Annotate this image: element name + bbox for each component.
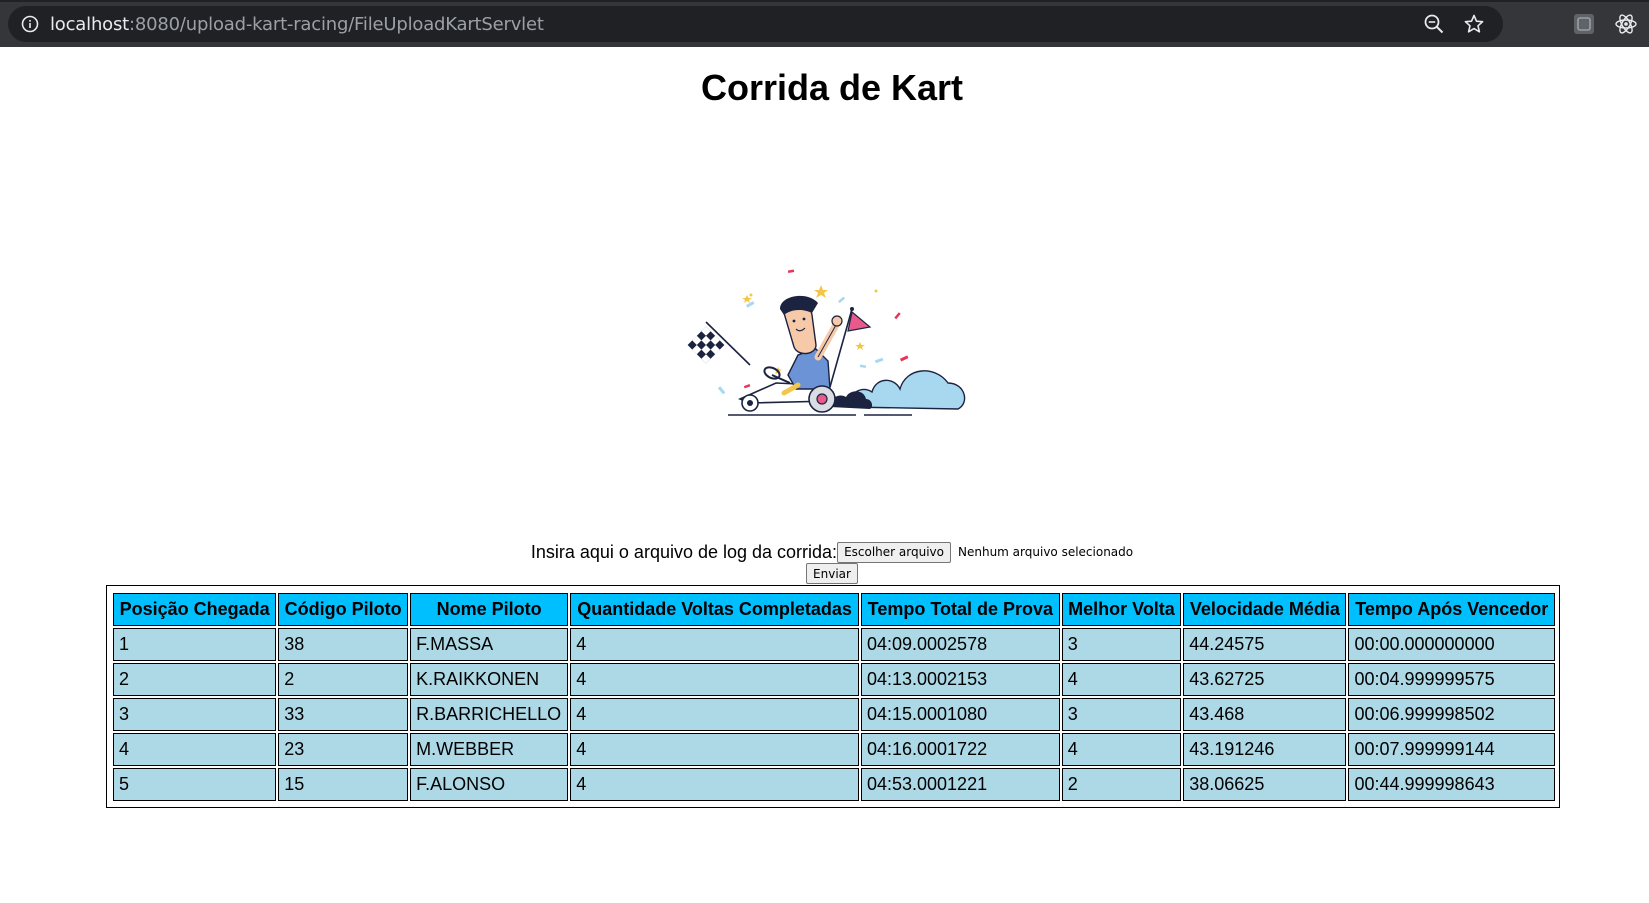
table-header-row: Posição Chegada Código Piloto Nome Pilot… xyxy=(113,593,1555,626)
header-laps-completed: Quantidade Voltas Completadas xyxy=(570,593,859,626)
table-row: 5 15 F.ALONSO 4 04:53.0001221 2 38.06625… xyxy=(113,768,1555,801)
header-time-after-winner: Tempo Após Vencedor xyxy=(1348,593,1555,626)
cell-driver-name: F.ALONSO xyxy=(410,768,569,801)
cell-total-time: 04:15.0001080 xyxy=(860,698,1060,731)
cell-position: 4 xyxy=(113,733,277,766)
bookmark-star-icon[interactable] xyxy=(1463,13,1485,35)
tab-strip-edge xyxy=(0,0,1649,2)
url-text[interactable]: localhost:8080/upload-kart-racing/FileUp… xyxy=(50,14,544,35)
url-host: localhost xyxy=(50,13,129,35)
header-driver-name: Nome Piloto xyxy=(410,593,569,626)
cell-driver-name: F.MASSA xyxy=(410,628,569,661)
cell-best-lap: 2 xyxy=(1061,768,1182,801)
cell-average-speed: 38.06625 xyxy=(1183,768,1347,801)
cell-laps-completed: 4 xyxy=(570,768,859,801)
file-status-text: Nenhum arquivo selecionado xyxy=(958,545,1134,560)
cell-total-time: 04:13.0002153 xyxy=(860,663,1060,696)
choose-file-button[interactable]: Escolher arquivo xyxy=(837,541,951,563)
url-path: :8080/upload-kart-racing/FileUploadKartS… xyxy=(129,13,544,35)
cell-driver-code: 33 xyxy=(278,698,409,731)
cell-average-speed: 43.191246 xyxy=(1183,733,1347,766)
cell-driver-name: K.RAIKKONEN xyxy=(410,663,569,696)
cell-driver-name: M.WEBBER xyxy=(410,733,569,766)
cell-position: 3 xyxy=(113,698,277,731)
table-row: 2 2 K.RAIKKONEN 4 04:13.0002153 4 43.627… xyxy=(113,663,1555,696)
zoom-icon[interactable] xyxy=(1423,13,1445,35)
page-title: Corrida de Kart xyxy=(700,67,964,108)
cell-average-speed: 43.468 xyxy=(1183,698,1347,731)
cell-time-after-winner: 00:04.999999575 xyxy=(1348,663,1555,696)
cell-total-time: 04:09.0002578 xyxy=(860,628,1060,661)
cell-time-after-winner: 00:00.000000000 xyxy=(1348,628,1555,661)
cell-driver-code: 15 xyxy=(278,768,409,801)
cell-time-after-winner: 00:44.999998643 xyxy=(1348,768,1555,801)
kart-racer-illustration xyxy=(687,269,966,416)
header-total-time: Tempo Total de Prova xyxy=(860,593,1060,626)
header-driver-code: Código Piloto xyxy=(278,593,409,626)
cell-driver-code: 2 xyxy=(278,663,409,696)
cell-laps-completed: 4 xyxy=(570,663,859,696)
cell-driver-code: 23 xyxy=(278,733,409,766)
cell-best-lap: 3 xyxy=(1061,698,1182,731)
address-bar[interactable]: localhost:8080/upload-kart-racing/FileUp… xyxy=(8,6,1503,42)
upload-form: Insira aqui o arquivo de log da corrida:… xyxy=(0,541,1649,563)
cell-laps-completed: 4 xyxy=(570,698,859,731)
header-best-lap: Melhor Volta xyxy=(1061,593,1182,626)
extension-icon[interactable] xyxy=(1572,12,1596,36)
cell-best-lap: 4 xyxy=(1061,733,1182,766)
cell-laps-completed: 4 xyxy=(570,733,859,766)
cell-laps-completed: 4 xyxy=(570,628,859,661)
info-icon[interactable] xyxy=(21,15,39,33)
cell-position: 2 xyxy=(113,663,277,696)
cell-total-time: 04:16.0001722 xyxy=(860,733,1060,766)
header-average-speed: Velocidade Média xyxy=(1183,593,1347,626)
table-row: 3 33 R.BARRICHELLO 4 04:15.0001080 3 43.… xyxy=(113,698,1555,731)
results-table: Posição Chegada Código Piloto Nome Pilot… xyxy=(111,591,1557,803)
cell-total-time: 04:53.0001221 xyxy=(860,768,1060,801)
cell-average-speed: 44.24575 xyxy=(1183,628,1347,661)
table-row: 1 38 F.MASSA 4 04:09.0002578 3 44.24575 … xyxy=(113,628,1555,661)
cell-best-lap: 3 xyxy=(1061,628,1182,661)
page-content: Corrida de Kart Insira aqui o arquivo de… xyxy=(0,47,1649,903)
header-position: Posição Chegada xyxy=(113,593,277,626)
cell-position: 5 xyxy=(113,768,277,801)
react-devtools-icon[interactable] xyxy=(1614,12,1638,36)
cell-position: 1 xyxy=(113,628,277,661)
cell-time-after-winner: 00:07.999999144 xyxy=(1348,733,1555,766)
cell-time-after-winner: 00:06.999998502 xyxy=(1348,698,1555,731)
browser-toolbar: localhost:8080/upload-kart-racing/FileUp… xyxy=(0,0,1649,47)
results-table-container: Posição Chegada Código Piloto Nome Pilot… xyxy=(106,585,1560,808)
cell-driver-name: R.BARRICHELLO xyxy=(410,698,569,731)
cell-best-lap: 4 xyxy=(1061,663,1182,696)
cell-driver-code: 38 xyxy=(278,628,409,661)
upload-label: Insira aqui o arquivo de log da corrida: xyxy=(530,541,838,562)
table-row: 4 23 M.WEBBER 4 04:16.0001722 4 43.19124… xyxy=(113,733,1555,766)
submit-button[interactable]: Enviar xyxy=(806,563,858,584)
cell-average-speed: 43.62725 xyxy=(1183,663,1347,696)
